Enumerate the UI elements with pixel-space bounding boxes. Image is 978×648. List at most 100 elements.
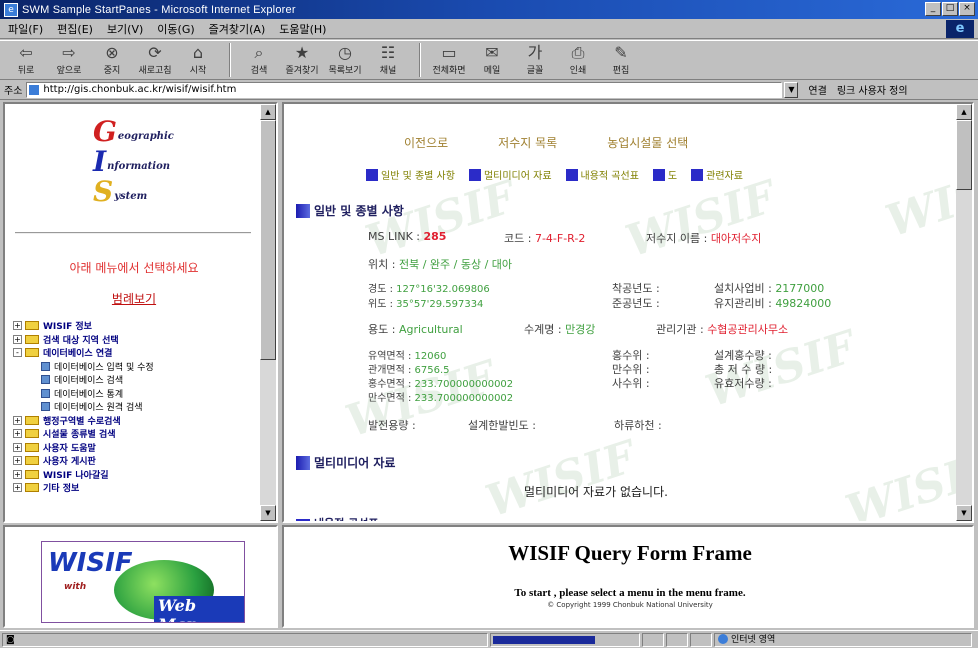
toolbar-button[interactable]: ✎ 편집 — [601, 43, 641, 79]
toolbar-button[interactable]: ⟳ 새로고침 — [135, 43, 175, 79]
scroll-down-arrow-icon[interactable]: ▼ — [956, 505, 972, 521]
toolbar-button-label: 중지 — [103, 66, 121, 76]
menu-tree: + WISIF 정보 + 검색 대상 지역 선택 - 데이터베이스 연결 데이터베이스 입력… — [13, 319, 263, 495]
tab-general[interactable]: 일반 및 종별 사항 — [366, 167, 455, 182]
minimize-button[interactable]: _ — [925, 2, 941, 16]
code-field: 코드 : 7-4-F-R-2 — [504, 232, 586, 245]
legend-link[interactable]: 범례보기 — [5, 290, 263, 307]
section-bullet-icon — [296, 455, 310, 470]
logo-webmap-text: Web Map — [154, 596, 244, 622]
tree-leaf-item[interactable]: 데이터베이스 입력 및 수정 — [13, 360, 263, 374]
expand-icon[interactable]: + — [13, 442, 22, 452]
tab-related[interactable]: 관련자료 — [691, 167, 743, 182]
scroll-thumb[interactable] — [956, 120, 972, 190]
links-button[interactable]: 링크 사용자 정의 — [837, 82, 908, 97]
longitude-field: 경도 : 127°16'32.069806 — [368, 284, 490, 295]
tab-multimedia[interactable]: 멀티미디어 자료 — [468, 167, 552, 182]
tree-item-label: 시설물 종류별 검색 — [43, 430, 116, 441]
scroll-up-arrow-icon[interactable]: ▲ — [956, 104, 972, 120]
toolbar-button[interactable]: ▭ 전체화면 — [429, 43, 469, 79]
toolbar-button[interactable]: ⇨ 앞으로 — [49, 43, 89, 79]
nav-facility-select-link[interactable]: 농업시설물 선택 — [607, 134, 688, 151]
logo-with-text: with — [64, 582, 87, 592]
expand-icon[interactable]: + — [13, 456, 22, 466]
toolbar-button[interactable]: ⌂ 시작 — [178, 43, 218, 79]
section-bullet-icon — [296, 519, 310, 521]
design-frequency-field: 설계한발빈도 : — [468, 419, 536, 432]
tree-item-label: WISIF 나아갈길 — [43, 470, 109, 481]
tree-folder-item[interactable]: + 검색 대상 지역 선택 — [13, 333, 263, 347]
tree-folder-item[interactable]: + 사용자 도움말 — [13, 441, 263, 455]
expand-icon[interactable]: + — [13, 469, 22, 479]
tree-folder-item[interactable]: + 기타 정보 — [13, 481, 263, 495]
menu-file[interactable]: 파일(F) — [8, 21, 43, 37]
tree-folder-item[interactable]: + WISIF 나아갈길 — [13, 468, 263, 482]
toolbar-button[interactable]: ⎙ 인쇄 — [558, 43, 598, 79]
expand-icon[interactable]: + — [13, 321, 22, 331]
toolbar-button[interactable]: ⊗ 중지 — [92, 43, 132, 79]
forward-arrow-icon: ⇨ — [62, 43, 76, 62]
history-icon: ◷ — [338, 43, 352, 62]
tree-leaf-item[interactable]: 데이터베이스 검색 — [13, 373, 263, 387]
menu-favorites[interactable]: 즐겨찾기(A) — [209, 21, 266, 37]
wisif-webmap-logo[interactable]: WISIF with Web Map — [41, 541, 245, 623]
expand-icon[interactable]: + — [13, 415, 22, 425]
section-multimedia-heading: 멀티미디어 자료 — [296, 454, 395, 471]
toolbar-separator — [419, 43, 421, 77]
scroll-down-arrow-icon[interactable]: ▼ — [260, 505, 276, 521]
ie-throbber-logo-icon: e — [946, 20, 974, 38]
menu-frame-scrollbar[interactable]: ▲ ▼ — [260, 104, 276, 521]
gis-logo-line: G eographic — [93, 115, 174, 148]
toolbar-button-label: 목록보기 — [328, 66, 362, 76]
go-button[interactable]: 연결 — [808, 82, 826, 97]
collapse-icon[interactable]: - — [13, 348, 22, 358]
toolbar-button[interactable]: ★ 즐겨찾기 — [282, 43, 322, 79]
toolbar-button-label: 시작 — [189, 66, 207, 76]
folder-icon — [25, 334, 39, 344]
toolbar-button[interactable]: ⌕ 검색 — [239, 43, 279, 79]
address-dropdown-button[interactable]: ▼ — [784, 81, 799, 98]
tree-folder-item[interactable]: + 사용자 게시판 — [13, 454, 263, 468]
window-title-bar[interactable]: e SWM Sample StartPanes - Microsoft Inte… — [0, 0, 978, 19]
tree-leaf-item[interactable]: 데이터베이스 원격 검색 — [13, 400, 263, 414]
content-frame-scrollbar[interactable]: ▲ ▼ — [956, 104, 972, 521]
menu-go[interactable]: 이동(G) — [157, 21, 194, 37]
menu-help[interactable]: 도움말(H) — [279, 21, 326, 37]
expand-icon[interactable]: + — [13, 483, 22, 493]
toolbar-button-label: 뒤로 — [17, 66, 35, 76]
nav-reservoir-list-link[interactable]: 저수지 목록 — [498, 134, 557, 151]
tree-folder-item[interactable]: + 행정구역별 수로검색 — [13, 414, 263, 428]
expand-icon[interactable]: + — [13, 429, 22, 439]
address-input[interactable]: http://gis.chonbuk.ac.kr/wisif/wisif.htm — [26, 81, 783, 98]
maximize-button[interactable]: □ — [942, 2, 958, 16]
tree-item-label: 행정구역별 수로검색 — [43, 416, 121, 427]
tree-leaf-item[interactable]: 데이터베이스 통계 — [13, 387, 263, 401]
tree-folder-item[interactable]: + 시설물 종류별 검색 — [13, 427, 263, 441]
folder-icon — [25, 469, 39, 479]
close-button[interactable]: × — [959, 2, 975, 16]
scroll-thumb[interactable] — [260, 120, 276, 360]
toolbar-button[interactable]: ☷ 채널 — [368, 43, 408, 79]
tree-folder-item[interactable]: + WISIF 정보 — [13, 319, 263, 333]
folder-icon — [25, 456, 39, 466]
toolbar-button[interactable]: ⇦ 뒤로 — [6, 43, 46, 79]
tree-folder-item[interactable]: - 데이터베이스 연결 — [13, 346, 263, 360]
tab-map[interactable]: 도 — [652, 167, 677, 182]
wisif-watermark: WISIF — [359, 171, 522, 268]
fullscreen-icon: ▭ — [441, 43, 457, 62]
toolbar-button[interactable]: ◷ 목록보기 — [325, 43, 365, 79]
tab-volume-curve[interactable]: 내용적 곡선표 — [565, 167, 639, 182]
maint-cost-field: 유지관리비 : 49824000 — [714, 297, 832, 310]
toolbar-button[interactable]: 가 글꼴 — [515, 43, 555, 79]
water-system-field: 수계명 : 만경강 — [524, 323, 596, 336]
toolbar-button[interactable]: ✉ 메일 — [472, 43, 512, 79]
gis-logo: G eographic I nformation S ystem — [93, 116, 203, 212]
nav-back-link[interactable]: 이전으로 — [404, 134, 448, 151]
expand-icon[interactable]: + — [13, 334, 22, 344]
manager-field: 관리기관 : 수협공관리사무소 — [656, 323, 789, 336]
left-divider — [15, 232, 251, 234]
menu-view[interactable]: 보기(V) — [107, 21, 143, 37]
menu-edit[interactable]: 편집(E) — [57, 21, 93, 37]
tree-item-label: 사용자 게시판 — [43, 457, 96, 468]
scroll-up-arrow-icon[interactable]: ▲ — [260, 104, 276, 120]
